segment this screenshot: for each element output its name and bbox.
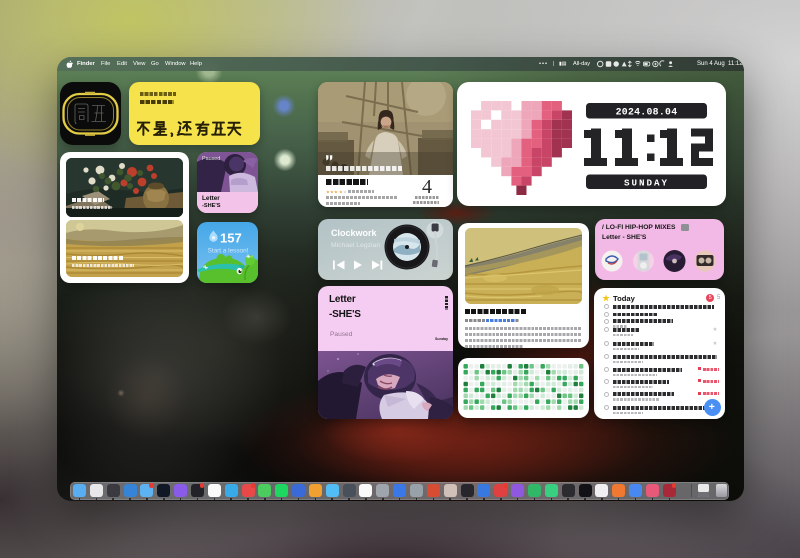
svg-text:157: 157 <box>220 231 242 246</box>
svg-text:2024.08.04: 2024.08.04 <box>616 107 678 118</box>
svg-text:SUNDAY: SUNDAY <box>624 178 669 189</box>
svg-text:Start a lesson!: Start a lesson! <box>208 248 249 255</box>
